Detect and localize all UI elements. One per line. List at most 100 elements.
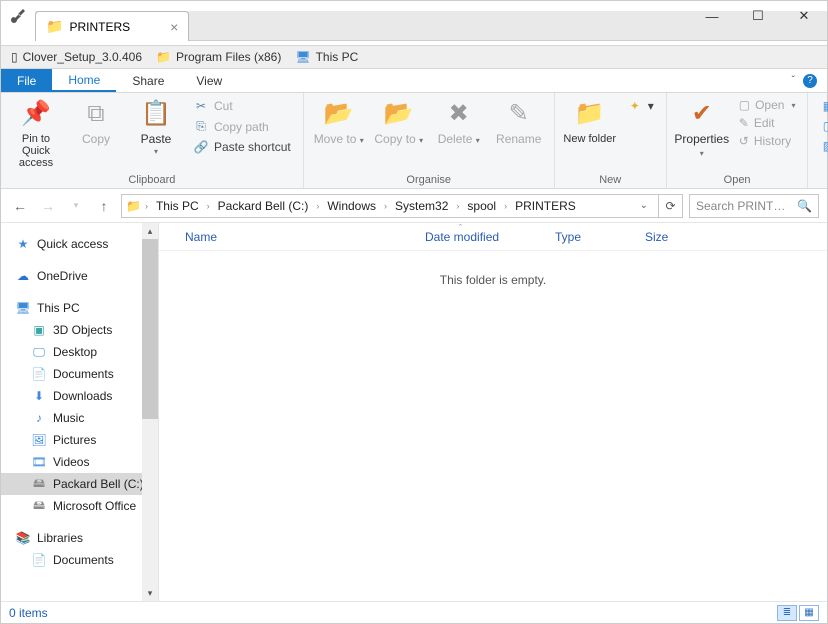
sort-indicator-icon: ˆ [459, 223, 462, 233]
content-pane: Name Date modified Type Size ˆ This fold… [159, 223, 827, 601]
properties-icon: ✔ [692, 97, 712, 131]
breadcrumb-segment[interactable]: Packard Bell (C:) [214, 199, 313, 213]
documents-icon: 📄 [31, 367, 47, 381]
onedrive-icon: ☁ [15, 269, 31, 283]
breadcrumb-segment[interactable]: System32 [391, 199, 452, 213]
breadcrumb-segment[interactable]: Windows [323, 199, 380, 213]
bookmark-item[interactable]: 🖥 This PC [295, 50, 358, 64]
tree-item[interactable]: 📄Documents [1, 363, 158, 385]
new-folder-button[interactable]: 📁 New folder [563, 97, 617, 145]
window-controls: — ☐ ✕ [689, 1, 827, 31]
tree-onedrive[interactable]: ☁OneDrive [1, 265, 158, 287]
address-dropdown-icon[interactable]: ⌄ [634, 200, 654, 211]
copy-path-icon: ⎘ [193, 119, 209, 134]
invert-selection-button[interactable]: ▨Invert selection [816, 137, 828, 155]
up-button[interactable]: ↑ [93, 198, 115, 214]
ribbon-collapse-icon[interactable]: ˇ [792, 75, 795, 86]
refresh-button[interactable]: ⟳ [659, 194, 683, 218]
libraries-icon: 📚 [15, 531, 31, 545]
group-organise: 📂 Move to ▾ 📂 Copy to ▾ ✖ Delete ▾ ✎ Ren… [304, 93, 555, 188]
column-headers: Name Date modified Type Size ˆ [159, 223, 827, 251]
col-type[interactable]: Type [547, 230, 637, 244]
breadcrumb-segment[interactable]: spool [463, 199, 500, 213]
drive-icon: 🖴 [31, 496, 47, 517]
help-icon[interactable]: ? [803, 74, 817, 88]
select-none-button[interactable]: ▢Select none [816, 117, 828, 135]
tree-scrollbar-thumb[interactable] [142, 239, 158, 419]
close-tab-icon[interactable]: × [170, 19, 178, 35]
videos-icon: 🎞 [31, 455, 47, 469]
browser-tab[interactable]: 📁 PRINTERS × [35, 11, 189, 41]
group-clipboard: 📌 Pin to Quick access ⧉ Copy 📋 Paste ▾ ✂… [1, 93, 304, 188]
rename-icon: ✎ [509, 97, 529, 131]
minimize-button[interactable]: — [689, 1, 735, 31]
col-name[interactable]: Name [177, 230, 417, 244]
bookmark-item[interactable]: 📁 Program Files (x86) [156, 50, 281, 64]
address-bar[interactable]: 📁 › This PC› Packard Bell (C:)› Windows›… [121, 194, 659, 218]
tab-title: PRINTERS [69, 20, 130, 34]
monitor-icon: 🖥 [15, 301, 31, 315]
close-button[interactable]: ✕ [781, 1, 827, 31]
scroll-down-button[interactable]: ▾ [142, 585, 158, 601]
copy-path-button[interactable]: ⎘Copy path [189, 117, 295, 136]
move-to-button[interactable]: 📂 Move to ▾ [312, 97, 366, 146]
tree-item[interactable]: 🖴Microsoft Office [1, 495, 158, 517]
delete-button[interactable]: ✖ Delete ▾ [432, 97, 486, 146]
paste-shortcut-button[interactable]: 🔗Paste shortcut [189, 138, 295, 156]
tab-file[interactable]: File [1, 69, 52, 92]
properties-button[interactable]: ✔ Properties ▾ [675, 97, 729, 159]
tree-libraries[interactable]: 📚Libraries [1, 527, 158, 549]
paste-button[interactable]: 📋 Paste ▾ [129, 97, 183, 157]
col-date[interactable]: Date modified [417, 230, 547, 244]
tree-item[interactable]: 📄Documents [1, 549, 158, 571]
tab-view[interactable]: View [180, 69, 238, 92]
tree-this-pc[interactable]: 🖥This PC [1, 297, 158, 319]
recent-locations-button[interactable]: ▾ [65, 200, 87, 211]
pin-quick-access-button[interactable]: 📌 Pin to Quick access [9, 97, 63, 169]
paste-shortcut-icon: 🔗 [193, 140, 209, 154]
maximize-button[interactable]: ☐ [735, 1, 781, 31]
3d-objects-icon: ▣ [31, 323, 47, 337]
tab-share[interactable]: Share [116, 69, 180, 92]
tree-item[interactable]: ♪Music [1, 407, 158, 429]
edit-button[interactable]: ✎Edit [735, 115, 800, 131]
edit-icon: ✎ [739, 116, 749, 130]
tab-home[interactable]: Home [52, 69, 116, 92]
folder-icon: 📁 [46, 18, 63, 35]
bookmark-label: Program Files (x86) [176, 50, 281, 64]
copy-button[interactable]: ⧉ Copy [69, 97, 123, 146]
search-input[interactable]: Search PRINTE... 🔍 [689, 194, 819, 218]
col-size[interactable]: Size [637, 230, 676, 244]
select-none-icon: ▢ [820, 119, 828, 133]
cut-button[interactable]: ✂Cut [189, 97, 295, 115]
tree-quick-access[interactable]: ★Quick access [1, 233, 158, 255]
copy-to-button[interactable]: 📂 Copy to ▾ [372, 97, 426, 146]
rename-button[interactable]: ✎ Rename [492, 97, 546, 146]
group-label: Select [816, 172, 828, 186]
status-bar: 0 items ≣ ▦ [1, 601, 827, 623]
back-button[interactable]: ← [9, 198, 31, 214]
bookmark-item[interactable]: ▯ Clover_Setup_3.0.406 [11, 50, 142, 64]
view-large-icons-button[interactable]: ▦ [799, 605, 819, 621]
group-label: Open [675, 172, 800, 186]
open-button[interactable]: ▢Open▾ [735, 97, 800, 113]
bookmark-label: This PC [316, 50, 359, 64]
qat-tools-icon[interactable] [1, 1, 35, 31]
tree-item[interactable]: 🎞Videos [1, 451, 158, 473]
tree-item[interactable]: ▣3D Objects [1, 319, 158, 341]
select-all-button[interactable]: ▦Select all [816, 97, 828, 115]
tree-item[interactable]: 🖵Desktop [1, 341, 158, 363]
downloads-icon: ⬇ [31, 389, 47, 403]
bookmarks-bar: ▯ Clover_Setup_3.0.406 📁 Program Files (… [1, 45, 827, 69]
forward-button[interactable]: → [37, 198, 59, 214]
breadcrumb-segment[interactable]: This PC [152, 199, 203, 213]
scroll-up-button[interactable]: ▴ [142, 223, 158, 239]
tree-item-selected[interactable]: 🖴Packard Bell (C:) [1, 473, 158, 495]
breadcrumb-segment[interactable]: PRINTERS [511, 199, 580, 213]
tree-item[interactable]: 🖼Pictures [1, 429, 158, 451]
history-button[interactable]: ↺History [735, 133, 800, 149]
new-item-button[interactable]: ✦▾ [623, 97, 658, 115]
chevron-right-icon[interactable]: › [143, 201, 150, 211]
tree-item[interactable]: ⬇Downloads [1, 385, 158, 407]
view-details-button[interactable]: ≣ [777, 605, 797, 621]
